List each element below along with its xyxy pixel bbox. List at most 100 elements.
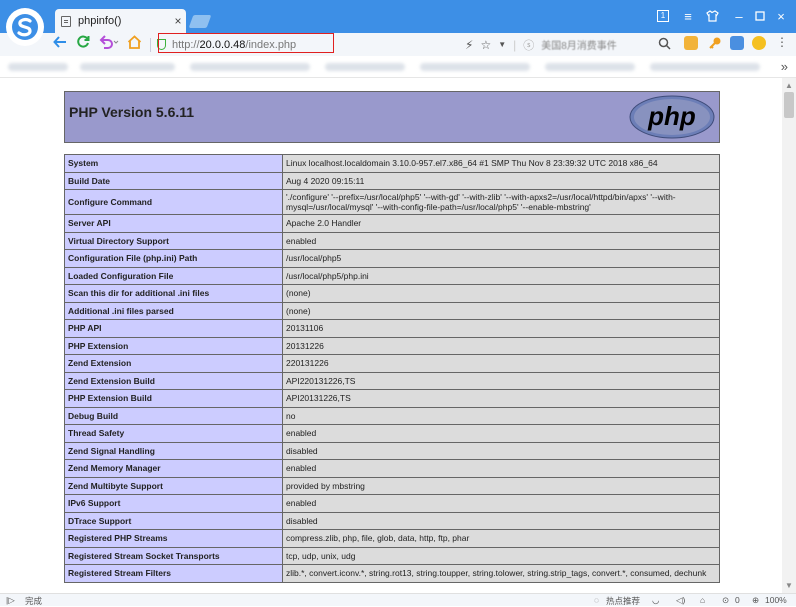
hot-recommend-label[interactable]: 热点推荐 <box>606 595 640 607</box>
table-row: Loaded Configuration File/usr/local/php5… <box>64 266 720 285</box>
table-row: Build Date Aug 4 2020 09:15:11 <box>64 171 720 190</box>
back-button[interactable] <box>53 35 67 54</box>
search-suggestion[interactable]: 美国8月消费事件 <box>541 37 617 52</box>
row-key: Zend Memory Manager <box>64 459 283 478</box>
table-row: PHP API 20131106 <box>64 319 720 338</box>
share-icon[interactable]: ⌂ <box>700 595 705 605</box>
address-divider <box>150 37 151 52</box>
new-tab-button[interactable] <box>188 15 212 28</box>
row-value: enabled <box>282 231 720 250</box>
sound-icon[interactable]: ◁) <box>676 595 685 606</box>
table-row: Debug Build no <box>64 406 720 425</box>
home-button[interactable] <box>127 35 142 54</box>
close-window-button[interactable]: × <box>770 6 792 26</box>
table-row: Zend Extension 220131226 <box>64 354 720 373</box>
navigation-toolbar: http://20.0.0.48/index.php ⚡ ☆ ▼ | ⓢ 美国8… <box>0 33 796 56</box>
menu-icon[interactable]: ≡ <box>677 6 699 26</box>
table-row: Scan this dir for additional .ini files(… <box>64 284 720 303</box>
row-key: Debug Build <box>64 406 283 425</box>
extension-2-icon[interactable] <box>730 36 744 50</box>
row-value: provided by mbstring <box>282 476 720 495</box>
zoom-level[interactable]: 100% <box>765 595 787 605</box>
row-key: DTrace Support <box>64 511 283 530</box>
extension-1-icon[interactable] <box>684 36 698 50</box>
scroll-down-icon[interactable]: ▼ <box>785 581 793 590</box>
page-title: PHP Version 5.6.11 <box>69 104 195 120</box>
maximize-button[interactable] <box>749 6 771 26</box>
row-value: disabled <box>282 441 720 460</box>
row-key: Loaded Configuration File <box>64 266 283 285</box>
php-logo-text: php <box>647 101 696 131</box>
star-icon[interactable]: ☆ <box>480 38 491 52</box>
row-value: Aug 4 2020 09:15:11 <box>282 171 720 190</box>
hot-icon[interactable]: ◌ <box>594 595 599 605</box>
address-divider-right: | <box>513 37 517 52</box>
row-value: 20131226 <box>282 336 720 355</box>
key-icon[interactable] <box>708 36 722 50</box>
scroll-thumb[interactable] <box>784 92 794 118</box>
address-actions: ⚡ ☆ ▼ | ⓢ 美国8月消费事件 <box>465 35 617 54</box>
search-engine-icon[interactable]: ⓢ <box>523 37 534 53</box>
bookmark-blur <box>420 63 530 71</box>
undo-close-button[interactable] <box>99 35 119 54</box>
lightning-icon[interactable]: ⚡ <box>465 38 473 52</box>
browser-logo-icon[interactable] <box>6 8 44 46</box>
tab-phpinfo[interactable]: phpinfo() × <box>55 9 186 33</box>
sidebar-toggle-icon[interactable]: |▷ <box>6 595 15 606</box>
scroll-up-icon[interactable]: ▲ <box>785 81 793 90</box>
row-key: Scan this dir for additional .ini files <box>64 284 283 303</box>
row-value: /usr/local/php5 <box>282 249 720 268</box>
minimize-button[interactable]: – <box>728 6 750 26</box>
row-key: Configure Command <box>64 189 283 215</box>
row-value: 220131226 <box>282 354 720 373</box>
row-value: './configure' '--prefix=/usr/local/php5'… <box>282 189 720 215</box>
tab-count-icon[interactable]: 1 <box>652 6 674 26</box>
title-bar: phpinfo() × 1 ≡ – × <box>0 0 796 46</box>
row-key: Registered Stream Socket Transports <box>64 546 283 565</box>
table-row: Registered PHP Streams compress.zlib, php… <box>64 529 720 548</box>
row-value: Linux localhost.localdomain 3.10.0-957.e… <box>282 154 720 173</box>
skin-icon[interactable] <box>701 6 723 26</box>
row-value: enabled <box>282 459 720 478</box>
php-logo: php <box>629 95 715 139</box>
row-value: Apache 2.0 Handler <box>282 214 720 233</box>
row-value: /usr/local/php5/php.ini <box>282 266 720 285</box>
table-row: Zend Extension Build API220131226,TS <box>64 371 720 390</box>
row-key: Zend Multibyte Support <box>64 476 283 495</box>
row-key: PHP Extension <box>64 336 283 355</box>
shield-status-icon[interactable]: ◡ <box>652 595 659 606</box>
row-key: Virtual Directory Support <box>64 231 283 250</box>
row-key: PHP API <box>64 319 283 338</box>
vertical-scrollbar[interactable]: ▲ ▼ <box>782 78 796 593</box>
menu-dots-icon[interactable]: ⋮ <box>776 35 790 49</box>
row-key: Zend Extension <box>64 354 283 373</box>
table-row: Virtual Directory Support enabled <box>64 231 720 250</box>
refresh-button[interactable] <box>76 35 90 54</box>
page-icon <box>61 15 71 27</box>
row-key: Zend Signal Handling <box>64 441 283 460</box>
bookmark-blur <box>545 63 635 71</box>
row-value: enabled <box>282 424 720 443</box>
row-value: disabled <box>282 511 720 530</box>
status-text: 完成 <box>25 596 43 606</box>
row-key: PHP Extension Build <box>64 389 283 408</box>
tab-close-icon[interactable]: × <box>170 14 186 28</box>
row-key: Configuration File (php.ini) Path <box>64 249 283 268</box>
row-value: no <box>282 406 720 425</box>
row-key: Build Date <box>64 171 283 190</box>
table-row: PHP Extension Build API20131226,TS <box>64 389 720 408</box>
page-content: PHP Version 5.6.11 php System Linux local… <box>0 78 782 593</box>
table-row: PHP Extension 20131226 <box>64 336 720 355</box>
emoji-icon[interactable] <box>752 36 766 50</box>
table-row: System Linux localhost.localdomain 3.10.0… <box>64 154 720 173</box>
zoom-icon[interactable]: ⊕ <box>752 595 759 606</box>
chevron-down-icon[interactable]: ▼ <box>498 40 506 49</box>
table-row: Zend Memory Manager enabled <box>64 459 720 478</box>
row-value: enabled <box>282 494 720 513</box>
bookmark-blur <box>80 63 175 71</box>
download-icon[interactable]: ⊙ <box>722 595 729 606</box>
search-icon[interactable] <box>658 37 672 51</box>
table-row: DTrace Support disabled <box>64 511 720 530</box>
more-bookmarks-button[interactable]: » <box>781 59 788 74</box>
row-value: zlib.*, convert.iconv.*, string.rot13, s… <box>282 564 720 583</box>
